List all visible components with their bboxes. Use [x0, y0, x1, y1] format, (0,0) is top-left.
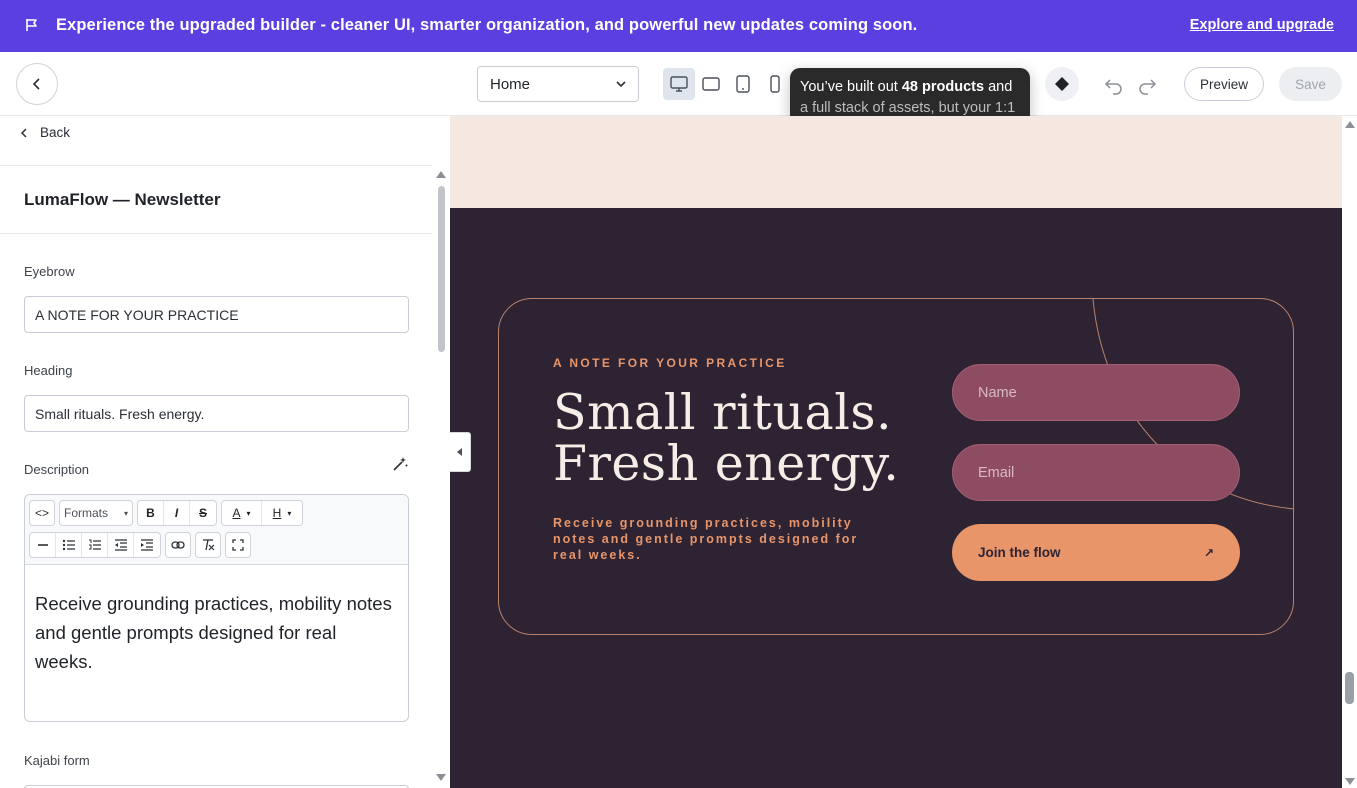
- previous-section-band: [450, 116, 1342, 208]
- strikethrough-button[interactable]: S: [190, 501, 216, 525]
- caret-down-icon: ▾: [246, 508, 251, 518]
- description-editor[interactable]: <> Formats ▾ B I S A ▾ H ▾ Receive groun…: [24, 494, 409, 722]
- sidebar-back-link[interactable]: Back: [20, 125, 70, 140]
- description-text[interactable]: Receive grounding practices, mobility no…: [35, 589, 395, 676]
- caret-down-icon: ▾: [123, 508, 128, 518]
- clear-formatting-icon[interactable]: [195, 532, 221, 558]
- join-button-label: Join the flow: [978, 545, 1061, 560]
- magic-wand-icon[interactable]: [391, 455, 409, 473]
- tablet-landscape-view-button[interactable]: [695, 68, 727, 100]
- newsletter-heading: Small rituals. Fresh energy.: [553, 387, 913, 489]
- list-group: [29, 532, 161, 558]
- formats-dropdown[interactable]: Formats ▾: [59, 500, 133, 526]
- mobile-view-button[interactable]: [759, 68, 791, 100]
- tablet-portrait-view-button[interactable]: [727, 68, 759, 100]
- desktop-view-button[interactable]: [663, 68, 695, 100]
- heading-line-2: Fresh energy.: [553, 435, 900, 492]
- banner-message: Experience the upgraded builder - cleane…: [56, 16, 918, 34]
- chevron-left-icon: [32, 78, 40, 90]
- newsletter-description: Receive grounding practices, mobility no…: [553, 516, 859, 562]
- source-code-button[interactable]: <>: [29, 500, 55, 526]
- explore-upgrade-link[interactable]: Explore and upgrade: [1190, 17, 1334, 33]
- canvas-scroll-thumb[interactable]: [1345, 672, 1354, 704]
- editor-toolbar-row-1: <> Formats ▾ B I S A ▾ H ▾: [29, 500, 307, 526]
- caret-left-icon: [457, 448, 462, 456]
- kajabi-form-label: Kajabi form: [24, 753, 90, 768]
- page-select[interactable]: Home: [477, 66, 639, 102]
- tooltip-tail: [1021, 87, 1030, 105]
- desktop-icon: [670, 76, 688, 92]
- ai-assistant-button[interactable]: [1045, 67, 1079, 101]
- flag-icon: [26, 19, 37, 31]
- mobile-icon: [770, 75, 780, 93]
- link-icon[interactable]: [165, 532, 191, 558]
- email-field[interactable]: Email: [952, 444, 1240, 501]
- fullscreen-icon[interactable]: [225, 532, 251, 558]
- tooltip-line1: You’ve built out 48 products and: [800, 79, 1013, 95]
- tablet-landscape-icon: [702, 77, 720, 91]
- description-label: Description: [24, 462, 90, 477]
- caret-down-icon: ▾: [287, 508, 292, 518]
- eyebrow-input[interactable]: A NOTE FOR YOUR PRACTICE: [24, 296, 409, 333]
- tablet-portrait-icon: [736, 75, 750, 93]
- text-color-button[interactable]: A ▾: [222, 501, 262, 525]
- builder-toolbar: Home You’ve built out 48 products and a …: [0, 52, 1357, 126]
- heading-line-1: Small rituals.: [553, 384, 893, 441]
- sidebar-scroll-thumb[interactable]: [438, 186, 445, 352]
- diamond-icon: [1055, 77, 1069, 91]
- color-group: A ▾ H ▾: [221, 500, 303, 526]
- upgrade-banner: Experience the upgraded builder - cleane…: [0, 0, 1357, 52]
- eyebrow-label: Eyebrow: [24, 264, 75, 279]
- numbered-list-icon[interactable]: [82, 533, 108, 557]
- section-title: LumaFlow — Newsletter: [24, 190, 221, 209]
- collapse-sidebar-button[interactable]: [450, 432, 471, 472]
- chevron-left-icon: [20, 127, 27, 138]
- highlight-letter: H: [272, 506, 282, 520]
- chevron-down-icon: [616, 81, 626, 88]
- divider: [0, 165, 432, 166]
- editor-toolbar: <> Formats ▾ B I S A ▾ H ▾: [25, 495, 408, 565]
- exit-button[interactable]: [16, 63, 58, 105]
- scroll-up-icon[interactable]: [436, 171, 446, 178]
- name-field[interactable]: Name: [952, 364, 1240, 421]
- scroll-down-icon[interactable]: [1345, 778, 1355, 785]
- save-button[interactable]: Save: [1279, 67, 1342, 101]
- scroll-down-icon[interactable]: [436, 774, 446, 781]
- device-switcher: [663, 68, 791, 100]
- scroll-up-icon[interactable]: [1345, 121, 1355, 128]
- join-the-flow-button[interactable]: Join the flow ↗: [952, 524, 1240, 581]
- text-style-group: B I S: [137, 500, 217, 526]
- heading-input[interactable]: Small rituals. Fresh energy.: [24, 395, 409, 432]
- highlight-color-button[interactable]: H ▾: [262, 501, 302, 525]
- newsletter-eyebrow: A NOTE FOR YOUR PRACTICE: [553, 356, 787, 370]
- editor-toolbar-row-2: [29, 532, 255, 558]
- text-color-letter: A: [232, 506, 241, 520]
- sidebar-back-label: Back: [40, 125, 71, 140]
- outdent-icon[interactable]: [108, 533, 134, 557]
- indent-icon[interactable]: [134, 533, 160, 557]
- divider: [0, 233, 432, 234]
- undo-icon[interactable]: [1103, 74, 1125, 96]
- formats-label: Formats: [64, 506, 109, 520]
- bullet-list-icon[interactable]: [56, 533, 82, 557]
- preview-button[interactable]: Preview: [1184, 67, 1264, 101]
- heading-label: Heading: [24, 363, 73, 378]
- redo-icon[interactable]: [1136, 74, 1158, 96]
- page-preview-canvas: A NOTE FOR YOUR PRACTICE Small rituals. …: [450, 116, 1342, 788]
- horizontal-rule-icon[interactable]: [30, 533, 56, 557]
- settings-sidebar: Back LumaFlow — Newsletter Eyebrow A NOT…: [0, 116, 450, 788]
- arrow-up-right-icon: ↗: [1203, 545, 1214, 560]
- newsletter-card: A NOTE FOR YOUR PRACTICE Small rituals. …: [498, 298, 1294, 635]
- page-select-value: Home: [490, 75, 531, 93]
- italic-button[interactable]: I: [164, 501, 190, 525]
- bold-button[interactable]: B: [138, 501, 164, 525]
